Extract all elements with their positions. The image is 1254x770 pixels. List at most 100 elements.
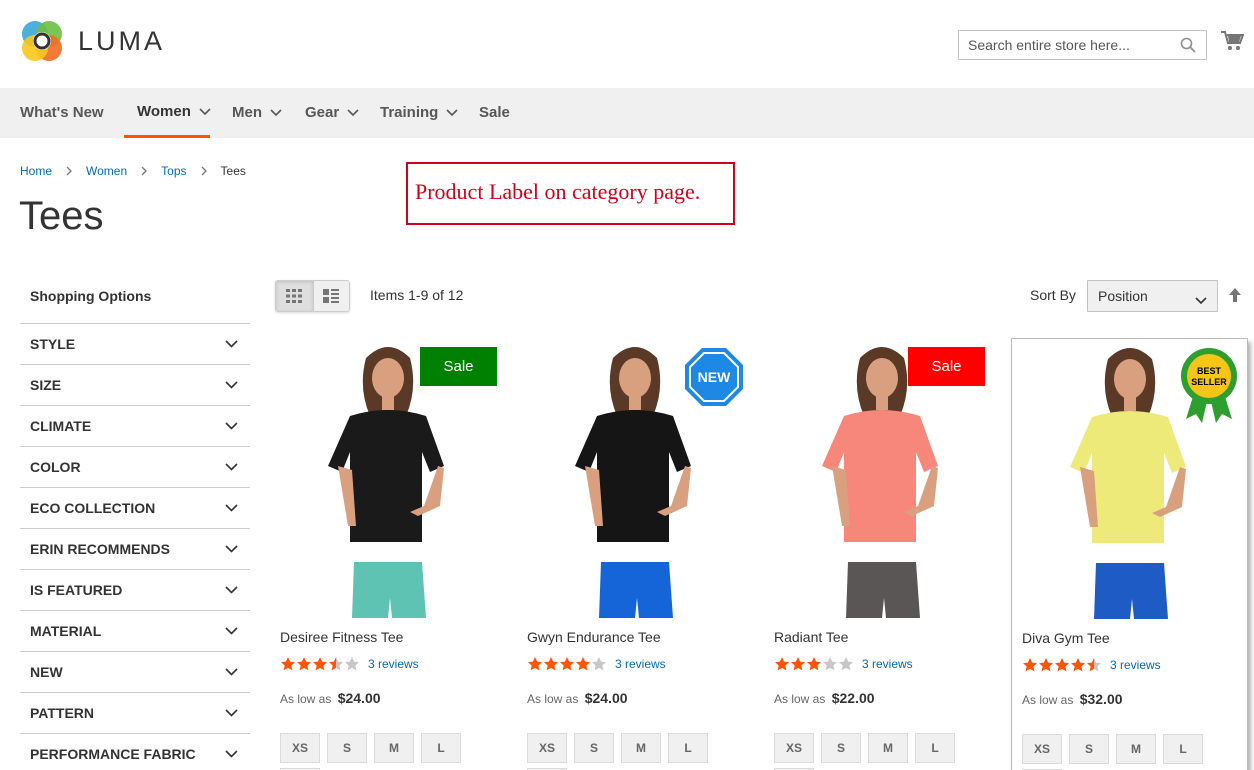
reviews-link[interactable]: 3 reviews	[1110, 658, 1161, 672]
product-name[interactable]: Desiree Fitness Tee	[280, 629, 403, 645]
filter-label: Style	[30, 336, 76, 352]
size-swatch[interactable]: S	[1069, 734, 1109, 764]
view-mode-switcher	[275, 280, 350, 312]
product-price: As low as $24.00	[527, 690, 628, 706]
list-view-button[interactable]	[312, 281, 349, 311]
product-rating: 3 reviews	[527, 656, 666, 672]
main-nav: What's New Women Men Gear Training Sale	[0, 88, 1254, 138]
size-swatch[interactable]: L	[421, 733, 461, 763]
filter-erin-recommends[interactable]: Erin Recommends	[20, 529, 250, 570]
chevron-down-icon	[225, 709, 238, 717]
size-swatches: XS S M L	[1022, 734, 1210, 764]
filter-performance-fabric[interactable]: Performance Fabric	[20, 734, 250, 770]
nav-item-sale[interactable]: Sale	[479, 88, 510, 138]
chevron-down-icon	[446, 109, 458, 117]
size-swatch[interactable]: XS	[774, 733, 814, 763]
product-label-sale: Sale	[420, 347, 497, 386]
chevron-down-icon	[225, 340, 238, 348]
rating-stars	[774, 656, 854, 672]
product-name[interactable]: Gwyn Endurance Tee	[527, 629, 661, 645]
annotation-box: Product Label on category page.	[406, 162, 735, 225]
price-value: $22.00	[831, 690, 875, 706]
size-swatch[interactable]: M	[621, 733, 661, 763]
grid-view-button[interactable]	[276, 281, 313, 311]
sort-value: Position	[1098, 288, 1148, 304]
size-swatches: XS S M L	[527, 733, 715, 763]
svg-text:NEW: NEW	[698, 369, 731, 385]
breadcrumb-home[interactable]: Home	[20, 164, 52, 178]
size-swatch[interactable]: L	[1163, 734, 1203, 764]
chevron-down-icon	[347, 109, 359, 117]
filter-climate[interactable]: Climate	[20, 406, 250, 447]
chevron-right-icon	[201, 166, 207, 176]
filter-color[interactable]: Color	[20, 447, 250, 488]
filter-label: Performance Fabric	[30, 746, 196, 762]
breadcrumb-tops[interactable]: Tops	[161, 164, 186, 178]
search-box	[958, 30, 1207, 60]
size-swatch[interactable]: L	[668, 733, 708, 763]
size-swatch[interactable]: L	[915, 733, 955, 763]
items-count: Items 1-9 of 12	[370, 287, 464, 303]
chevron-down-icon	[225, 586, 238, 594]
product-price: As low as $24.00	[280, 690, 381, 706]
chevron-down-icon	[199, 107, 211, 116]
nav-label: Gear	[305, 104, 340, 121]
size-swatch[interactable]: XS	[527, 733, 567, 763]
search-input[interactable]	[959, 31, 1169, 59]
reviews-link[interactable]: 3 reviews	[862, 657, 913, 671]
reviews-link[interactable]: 3 reviews	[615, 657, 666, 671]
sidebar-filters: Shopping Options Style Size Climate Colo…	[20, 278, 250, 770]
chevron-down-icon	[1195, 292, 1207, 308]
product-name[interactable]: Diva Gym Tee	[1022, 630, 1110, 646]
size-swatch[interactable]: S	[574, 733, 614, 763]
nav-item-whats-new[interactable]: What's New	[20, 88, 104, 138]
nav-item-women[interactable]: Women	[124, 88, 211, 138]
price-value: $24.00	[584, 690, 628, 706]
nav-label: Men	[232, 104, 262, 121]
product-price: As low as $22.00	[774, 690, 875, 706]
size-swatch[interactable]: M	[1116, 734, 1156, 764]
reviews-link[interactable]: 3 reviews	[368, 657, 419, 671]
filter-label: Is Featured	[30, 582, 123, 598]
size-swatch[interactable]: M	[374, 733, 414, 763]
price-value: $24.00	[337, 690, 381, 706]
filter-pattern[interactable]: Pattern	[20, 693, 250, 734]
size-swatch[interactable]: S	[327, 733, 367, 763]
filter-size[interactable]: Size	[20, 365, 250, 406]
size-swatch[interactable]: XS	[1022, 734, 1062, 764]
filter-eco-collection[interactable]: Eco Collection	[20, 488, 250, 529]
nav-item-training[interactable]: Training	[380, 88, 458, 138]
filter-label: Size	[30, 377, 62, 393]
chevron-down-icon	[225, 750, 238, 758]
product-card[interactable]: Sale Desiree Fitness Tee 3 reviews As lo…	[270, 338, 507, 770]
product-card[interactable]: Sale Radiant Tee 3 reviews As low as $22…	[764, 338, 1001, 770]
filter-material[interactable]: Material	[20, 611, 250, 652]
rating-stars	[280, 656, 360, 672]
filter-is-featured[interactable]: Is Featured	[20, 570, 250, 611]
size-swatch[interactable]: XS	[280, 733, 320, 763]
filter-style[interactable]: Style	[20, 324, 250, 365]
sort-select[interactable]: Position	[1087, 280, 1218, 312]
product-card[interactable]: NEW Gwyn Endurance Tee 3 reviews As low …	[517, 338, 754, 770]
logo[interactable]: LUMA	[20, 19, 165, 63]
nav-label: Training	[380, 104, 439, 121]
filter-label: Pattern	[30, 705, 95, 721]
product-card[interactable]: BEST SELLER Diva Gym Tee 3 reviews As lo…	[1011, 338, 1248, 770]
cart-icon[interactable]	[1220, 30, 1245, 55]
svg-text:BEST: BEST	[1197, 366, 1222, 376]
filter-label: Eco Collection	[30, 500, 156, 516]
brand-name: LUMA	[78, 25, 166, 56]
breadcrumb-women[interactable]: Women	[86, 164, 127, 178]
rating-stars	[1022, 657, 1102, 673]
nav-item-gear[interactable]: Gear	[305, 88, 359, 138]
label-text: Sale	[443, 358, 474, 375]
filter-new[interactable]: New	[20, 652, 250, 693]
product-label-sale: Sale	[908, 347, 985, 386]
product-name[interactable]: Radiant Tee	[774, 629, 848, 645]
search-icon[interactable]	[1180, 37, 1196, 56]
nav-item-men[interactable]: Men	[232, 88, 282, 138]
size-swatch[interactable]: S	[821, 733, 861, 763]
chevron-down-icon	[225, 381, 238, 389]
sort-direction-arrow-icon[interactable]	[1228, 287, 1242, 306]
size-swatch[interactable]: M	[868, 733, 908, 763]
